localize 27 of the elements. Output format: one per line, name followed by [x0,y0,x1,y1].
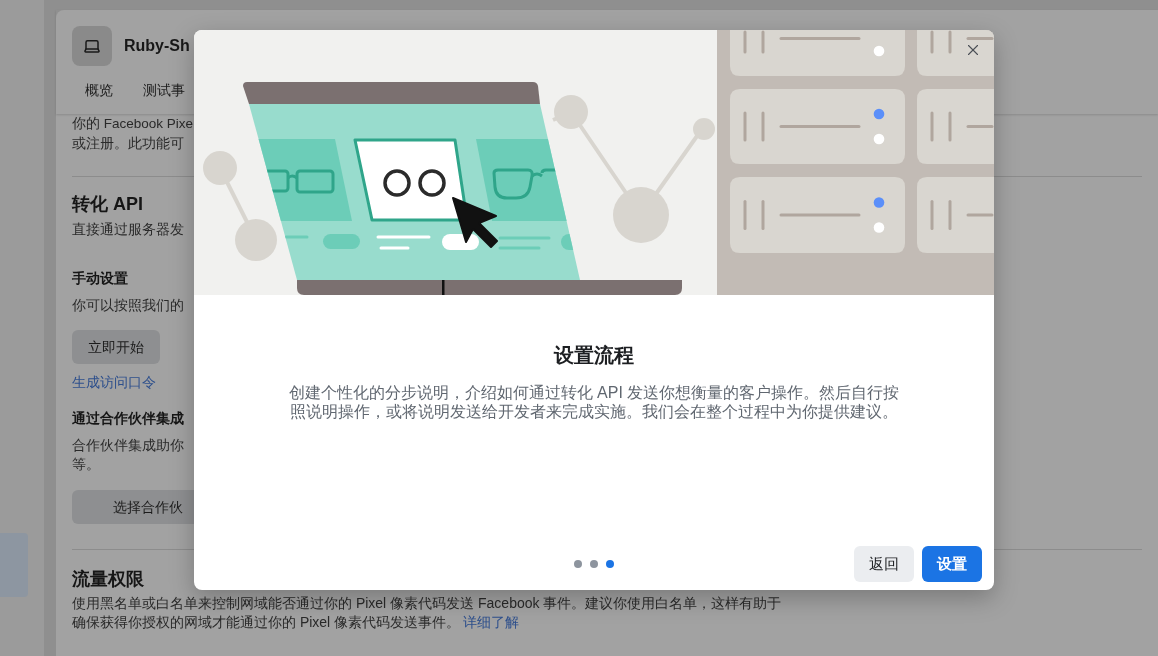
laptop-icon [72,26,112,66]
dialog-title: 设置流程 [554,343,634,368]
learn-more-link[interactable]: 详细了解 [463,614,520,630]
graph-node [203,151,237,185]
subsection-heading: 通过合作伙伴集成 [72,409,184,428]
subsection-heading: 手动设置 [72,269,128,288]
mouse-pointer-icon [452,197,498,248]
section-heading: 转化 API [72,193,143,216]
section-description: 使用黑名单或白名单来控制网域能否通过你的 Pixel 像素代码发送 Facebook 事件。建议你使用白名单，这样有助于确保获得你授权的网域才能通过你的 Pixel 像素代码发送事件。 详细了解 [72,594,783,632]
tab[interactable]: 概览 [72,76,126,104]
subsection-description: 你可以按照我们的 [72,296,184,315]
start-now-button[interactable]: 立即开始 [72,330,160,364]
graph-node [693,118,715,140]
setup-button[interactable]: 设置 [922,546,982,582]
graph-node [613,187,669,243]
access-token-link[interactable]: 生成访问口令 [72,372,156,392]
pixel-title: Ruby-Sh [124,36,190,56]
intro-text: 你的 Facebook Pixe 或注册。此功能可 [72,115,194,153]
graph-node [235,219,277,261]
section-heading: 流量权限 [72,568,144,591]
choose-partner-button[interactable]: 选择合作伙 [72,490,194,524]
graph-node [554,95,588,129]
tab[interactable]: 测试事 [130,76,198,104]
section-description: 直接通过服务器发 [72,220,184,239]
back-button[interactable]: 返回 [854,546,914,582]
dialog-description: 创建个性化的分步说明，介绍如何通过转化 API 发送你想衡量的客户操作。然后自行按照说明操作，或将说明发送给开发者来完成实施。我们会在整个过程中为你提供建议。 [287,383,901,421]
subsection-description: 合作伙伴集成助你 等。 [72,436,184,474]
